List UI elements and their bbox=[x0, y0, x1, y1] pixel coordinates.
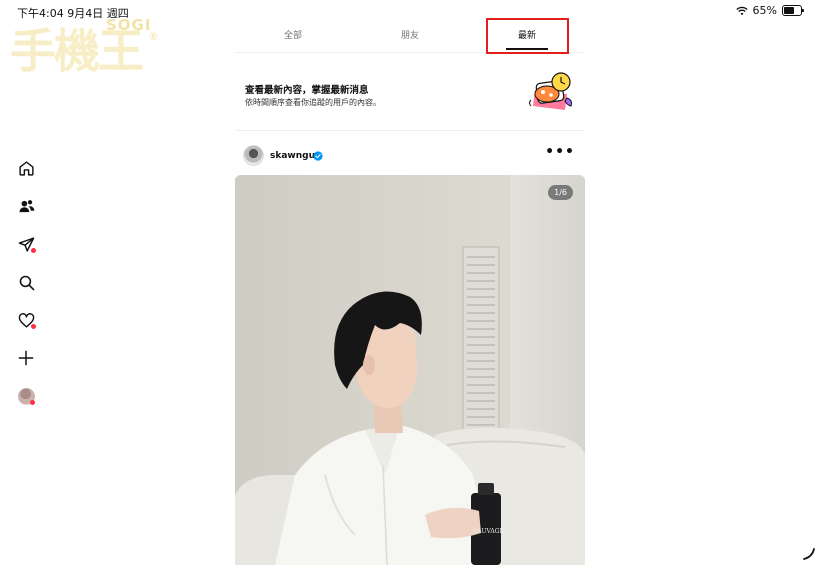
watermark-reg: ® bbox=[148, 30, 159, 43]
photo-counter: 1/6 bbox=[548, 185, 573, 200]
status-time-date: 下午4:04 9月4日 週四 bbox=[17, 7, 129, 20]
profile-dot bbox=[30, 400, 35, 405]
banner-title: 查看最新內容，掌握最新消息 bbox=[245, 85, 369, 96]
sidebar-item-friends[interactable] bbox=[14, 194, 38, 218]
watermark-name: 手機王 bbox=[10, 24, 144, 78]
more-options-icon[interactable]: ••• bbox=[545, 145, 575, 159]
post-author-avatar[interactable] bbox=[243, 145, 264, 166]
status-indicators: 65% bbox=[735, 4, 804, 17]
home-icon bbox=[18, 160, 34, 176]
post-header: skawngur ••• bbox=[243, 145, 581, 169]
friends-icon bbox=[18, 199, 34, 212]
wifi-icon bbox=[735, 6, 748, 15]
post-image-scene: SAUVAGE bbox=[235, 175, 585, 565]
tab-all[interactable]: 全部 bbox=[235, 20, 351, 52]
bottle-label: SAUVAGE bbox=[473, 528, 504, 535]
latest-feed-banner: 查看最新內容，掌握最新消息 依時間順序查看你追蹤的用戶的內容。 bbox=[235, 70, 585, 131]
banner-subtitle: 依時間順序查看你追蹤的用戶的內容。 bbox=[245, 98, 381, 107]
sidebar-item-notifications[interactable] bbox=[14, 308, 38, 332]
scroll-corner-indicator bbox=[803, 548, 815, 560]
clock-feed-illustration bbox=[529, 72, 572, 110]
verified-badge-icon bbox=[313, 151, 323, 161]
create-icon bbox=[18, 350, 34, 366]
sidebar-item-messages[interactable] bbox=[14, 232, 38, 256]
sidebar-item-create[interactable] bbox=[14, 346, 38, 370]
tab-friends[interactable]: 朋友 bbox=[352, 20, 468, 52]
sidebar-item-home[interactable] bbox=[14, 156, 38, 180]
sidebar-item-search[interactable] bbox=[14, 270, 38, 294]
highlight-annotation bbox=[486, 18, 569, 54]
battery-icon bbox=[782, 5, 804, 16]
messages-notification-dot bbox=[31, 248, 36, 253]
battery-percent: 65% bbox=[752, 4, 777, 17]
notifications-dot bbox=[31, 324, 36, 329]
sidebar-item-profile[interactable] bbox=[14, 384, 38, 408]
post-photo[interactable]: SAUVAGE 1/6 bbox=[235, 175, 585, 565]
search-icon bbox=[19, 275, 34, 290]
sogi-watermark: SOGI 手機王 ® bbox=[8, 14, 159, 94]
